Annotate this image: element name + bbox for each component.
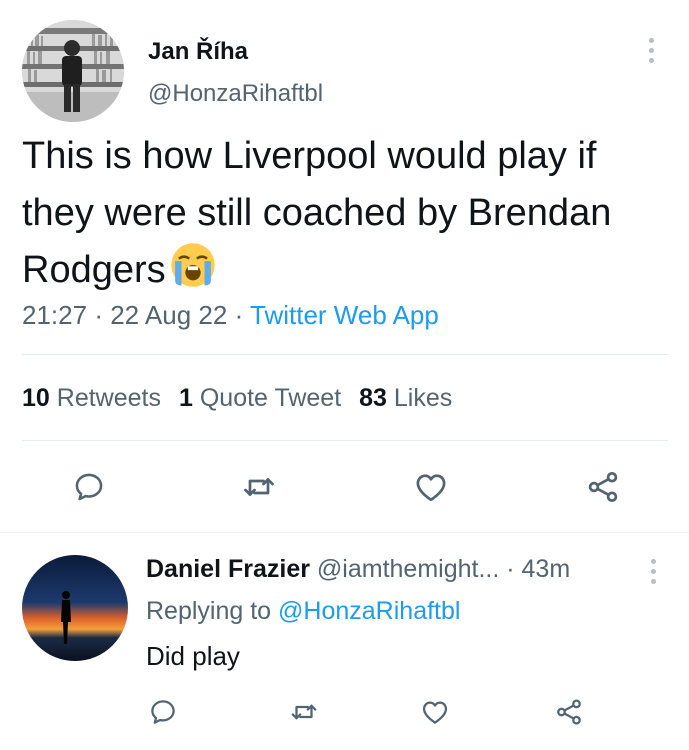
- meta-dot: ·: [94, 300, 103, 330]
- like-icon: [416, 474, 446, 502]
- replying-mention-link[interactable]: @HonzaRihaftbl: [278, 597, 460, 625]
- reply-retweet-button[interactable]: [281, 689, 327, 735]
- replying-prefix: Replying to: [146, 597, 272, 625]
- share-button[interactable]: [580, 464, 626, 510]
- tweet-time[interactable]: 21:27: [22, 300, 87, 330]
- likes-stat[interactable]: 83 Likes: [359, 384, 452, 412]
- reply-text: Did play: [146, 641, 240, 671]
- divider: [22, 354, 668, 355]
- author-avatar[interactable]: [22, 20, 124, 122]
- divider: [22, 440, 668, 441]
- tweet-date[interactable]: 22 Aug 22: [110, 300, 227, 330]
- tweet-meta: 21:27 · 22 Aug 22 · Twitter Web App: [22, 300, 439, 331]
- retweets-label: Retweets: [56, 384, 161, 412]
- like-button[interactable]: [408, 464, 454, 510]
- reply-button[interactable]: [66, 464, 112, 510]
- tweet-stats: 10 Retweets 1 Quote Tweet 83 Likes: [22, 384, 452, 413]
- source-app-link[interactable]: Twitter Web App: [250, 300, 439, 330]
- retweet-icon: [291, 704, 317, 720]
- quotes-label: Quote Tweet: [199, 384, 342, 412]
- sunset-silhouette-photo: [22, 555, 128, 661]
- reply-icon: [75, 473, 103, 501]
- reply-author-name[interactable]: Daniel Frazier: [146, 555, 310, 583]
- loudly-crying-face-icon: [170, 243, 215, 287]
- reply-icon: [151, 700, 175, 724]
- bookshelf-photo: [22, 20, 124, 122]
- replying-to: Replying to @HonzaRihaftbl: [146, 597, 460, 626]
- reply-author-handle[interactable]: @iamthemight...: [317, 555, 499, 583]
- like-icon: [422, 701, 448, 724]
- main-tweet: Jan Říha @HonzaRihaftbl This is how Live…: [0, 0, 689, 532]
- meta-dot: ·: [234, 300, 244, 330]
- reply-author-avatar[interactable]: [22, 555, 128, 661]
- more-options-icon[interactable]: [642, 559, 664, 589]
- retweet-icon: [244, 478, 274, 496]
- reply-dot: ·: [506, 555, 515, 583]
- tweet-text: This is how Liverpool would play if they…: [22, 128, 672, 299]
- reply-age[interactable]: 43m: [522, 555, 571, 583]
- likes-label: Likes: [393, 384, 453, 412]
- reply-share-button[interactable]: [546, 689, 592, 735]
- retweets-count: 10: [22, 384, 50, 412]
- retweet-button[interactable]: [236, 464, 282, 510]
- author-name[interactable]: Jan Říha: [148, 38, 248, 66]
- more-options-icon[interactable]: [640, 38, 662, 68]
- reply-header: Daniel Frazier @iamthemight... · 43m: [146, 555, 570, 584]
- reply-reply-button[interactable]: [140, 689, 186, 735]
- reply-tweet[interactable]: Daniel Frazier @iamthemight... · 43m Rep…: [0, 533, 689, 750]
- tweet-body: This is how Liverpool would play if they…: [22, 135, 612, 291]
- retweets-stat[interactable]: 10 Retweets: [22, 384, 161, 412]
- quotes-count: 1: [178, 384, 193, 412]
- likes-count: 83: [359, 384, 387, 412]
- share-icon: [557, 699, 581, 725]
- author-handle[interactable]: @HonzaRihaftbl: [148, 80, 323, 108]
- reply-like-button[interactable]: [412, 689, 458, 735]
- quotes-stat[interactable]: 1 Quote Tweet: [179, 384, 341, 412]
- share-icon: [588, 472, 618, 502]
